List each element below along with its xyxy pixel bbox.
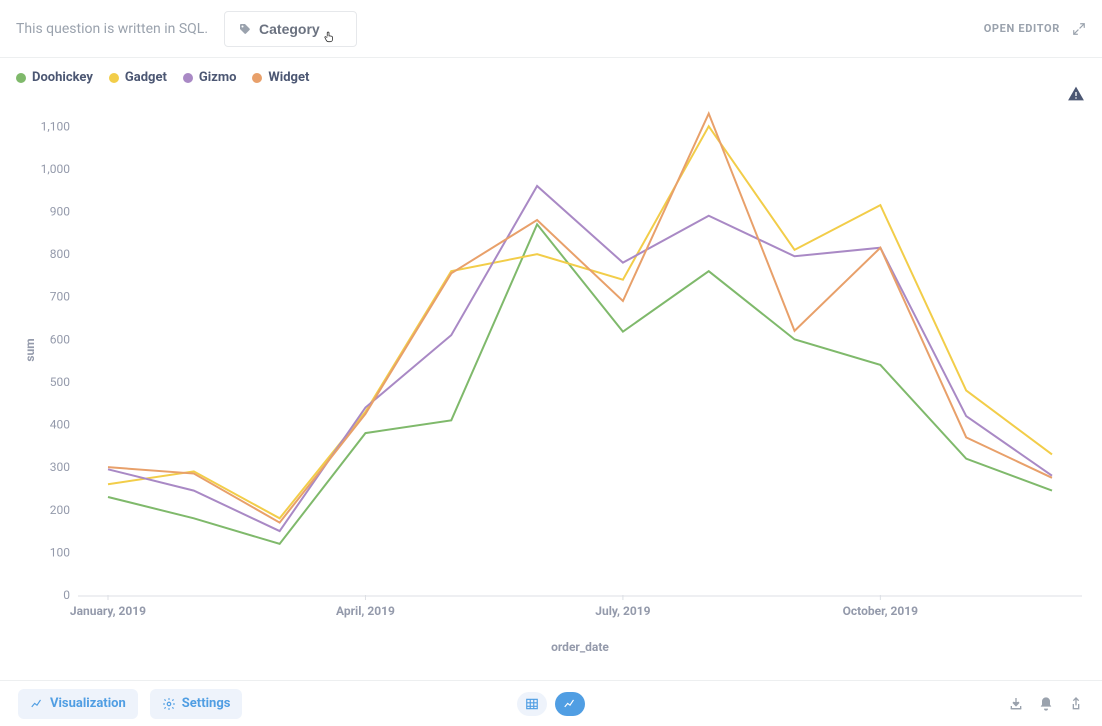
legend-item-widget[interactable]: Widget [252,70,309,85]
legend-dot [183,73,193,83]
warning-icon[interactable] [1068,86,1084,102]
filter-category-label: Category [259,21,320,37]
footer-actions [1008,696,1084,712]
svg-text:April, 2019: April, 2019 [336,604,395,618]
legend-label: Widget [268,70,309,85]
legend-dot [252,73,262,83]
legend-item-gadget[interactable]: Gadget [109,70,167,85]
svg-text:900: 900 [50,205,70,219]
settings-button[interactable]: Settings [150,689,243,719]
table-view-button[interactable] [517,692,547,716]
chart-area: Doohickey Gadget Gizmo Widget 0 100 200 300… [0,58,1102,680]
svg-text:800: 800 [50,247,70,261]
svg-text:700: 700 [50,290,70,304]
svg-text:100: 100 [50,545,70,559]
svg-text:sum: sum [23,338,37,361]
topbar-right: OPEN EDITOR [984,22,1086,36]
line-chart-icon [563,697,577,711]
svg-text:July, 2019: July, 2019 [595,604,650,618]
gear-icon [162,697,176,711]
legend-dot [109,73,119,83]
visualization-button[interactable]: Visualization [18,689,138,719]
tag-icon [239,23,251,35]
download-icon[interactable] [1008,696,1024,712]
legend-dot [16,73,26,83]
svg-text:0: 0 [63,588,70,602]
svg-text:200: 200 [50,503,70,517]
line-chart-icon [30,697,44,711]
svg-text:January, 2019: January, 2019 [70,604,146,618]
visualization-label: Visualization [50,696,126,711]
line-view-button[interactable] [555,692,585,716]
legend: Doohickey Gadget Gizmo Widget [16,70,1086,85]
expand-icon[interactable] [1072,22,1086,36]
line-chart: 0 100 200 300 400 500 600 700 800 900 1,000 1,100 Ja… [16,85,1086,665]
legend-item-doohickey[interactable]: Doohickey [16,70,93,85]
svg-text:600: 600 [50,332,70,346]
legend-item-gizmo[interactable]: Gizmo [183,70,237,85]
svg-text:1,100: 1,100 [41,119,71,133]
filter-category-button[interactable]: Category [224,11,357,47]
svg-text:300: 300 [50,460,70,474]
legend-label: Gadget [125,70,167,85]
svg-text:1,000: 1,000 [41,162,71,176]
legend-label: Doohickey [32,70,93,85]
open-editor-button[interactable]: OPEN EDITOR [984,22,1060,35]
cursor-icon [322,30,336,44]
table-icon [525,697,539,711]
bell-icon[interactable] [1038,696,1054,712]
svg-text:500: 500 [50,375,70,389]
sql-note: This question is written in SQL. [16,21,208,37]
svg-text:order_date: order_date [551,640,609,654]
footer-bar: Visualization Settings [0,680,1102,726]
legend-label: Gizmo [199,70,237,85]
top-bar: This question is written in SQL. Categor… [0,0,1102,58]
settings-label: Settings [182,696,231,711]
svg-text:400: 400 [50,418,70,432]
share-icon[interactable] [1068,696,1084,712]
svg-text:October, 2019: October, 2019 [843,604,918,618]
chart-type-toggle [517,692,585,716]
